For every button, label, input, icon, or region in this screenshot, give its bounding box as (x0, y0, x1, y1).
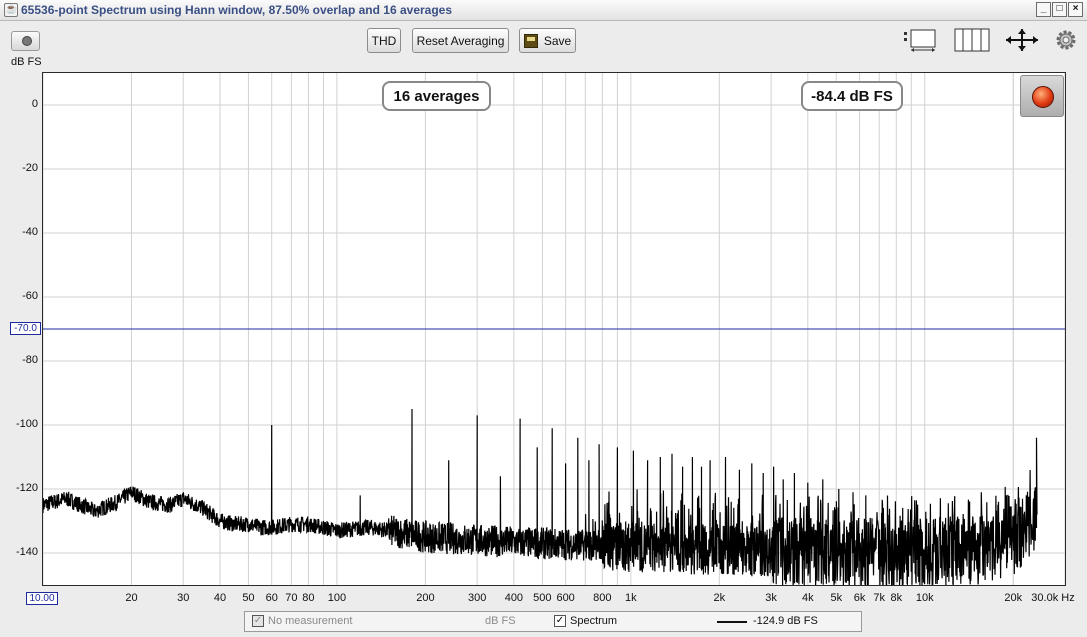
x-cursor-readout[interactable]: 10.00 (26, 592, 58, 605)
legend: ✓ No measurement dB FS ✓ Spectrum -124.9… (244, 611, 862, 632)
gear-icon[interactable] (1054, 28, 1078, 52)
x-tick-label: 400 (504, 592, 524, 604)
x-tick-label: 1k (625, 592, 637, 604)
window-title: 65536-point Spectrum using Hann window, … (21, 3, 453, 17)
x-tick-label: 60 (265, 592, 278, 604)
spectrum-trace (43, 408, 1038, 585)
level-callout: -84.4 dB FS (801, 81, 903, 111)
close-button[interactable]: × (1068, 2, 1083, 17)
toolbar: dB FS THD Reset Averaging Save (0, 21, 1087, 70)
y-tick-label: -100 (15, 418, 38, 430)
spectrum-label: Spectrum (570, 615, 618, 627)
x-tick-label: 600 (556, 592, 575, 604)
x-tick-label: 70 (285, 592, 298, 604)
save-icon (523, 33, 538, 48)
x-tick-label: 500 (533, 592, 552, 604)
expand-arrows-icon[interactable] (1004, 28, 1040, 52)
columns-icon[interactable] (954, 28, 990, 52)
title-bar: ☕ 65536-point Spectrum using Hann window… (0, 0, 1087, 21)
spectrum-plot[interactable] (42, 72, 1066, 586)
averages-callout: 16 averages (382, 81, 491, 111)
y-tick-label: -120 (15, 482, 38, 494)
x-tick-label: 40 (213, 592, 227, 604)
spectrum-value: -124.9 dB FS (753, 615, 818, 627)
x-tick-label: 5k (830, 592, 843, 604)
x-tick-label: 2k (713, 592, 726, 604)
thd-button[interactable]: THD (367, 28, 401, 53)
record-icon[interactable] (1020, 75, 1064, 117)
java-icon: ☕ (4, 3, 18, 17)
x-tick-label: 6k (853, 592, 866, 604)
x-tick-label: 4k (801, 592, 814, 604)
x-tick-label: 800 (593, 592, 612, 604)
spectrum-svg (43, 73, 1065, 585)
x-tick-label: 50 (242, 592, 255, 604)
y-tick-label: -40 (22, 226, 38, 238)
x-tick-label: 100 (327, 592, 347, 604)
maximize-button[interactable]: □ (1052, 2, 1067, 17)
x-tick-label: 10k (915, 592, 934, 604)
spectrum-series-line (43, 408, 1038, 585)
x-axis-end-label: 30.0k Hz (1031, 592, 1075, 604)
x-tick-label: 30 (177, 592, 190, 604)
camera-icon[interactable] (11, 31, 40, 51)
save-button[interactable]: Save (519, 28, 576, 53)
x-tick-label: 7k (873, 592, 886, 604)
x-tick-label: 200 (416, 592, 435, 604)
x-tick-label: 300 (467, 592, 487, 604)
y-cursor-readout[interactable]: -70.0 (10, 322, 41, 335)
y-tick-label: 0 (31, 98, 38, 110)
spectrum-swatch (717, 621, 747, 623)
y-unit-label: dB FS (11, 56, 42, 68)
layout-icon[interactable] (902, 28, 938, 52)
x-tick-label: 8k (890, 592, 903, 604)
legend-unit-label: dB FS (485, 615, 516, 627)
no-measurement-checkbox[interactable]: ✓ (252, 615, 264, 627)
spectrum-checkbox[interactable]: ✓ (554, 615, 566, 627)
x-tick-label: 3k (765, 592, 777, 604)
x-tick-label: 20 (125, 592, 138, 604)
save-label: Save (543, 33, 572, 48)
x-tick-label: 80 (302, 592, 315, 604)
y-tick-label: -60 (22, 290, 38, 302)
minimize-button[interactable]: _ (1036, 2, 1051, 17)
y-tick-label: -140 (15, 546, 38, 558)
reset-averaging-button[interactable]: Reset Averaging (412, 28, 509, 53)
y-tick-label: -80 (22, 354, 38, 366)
no-measurement-label: No measurement (268, 615, 353, 627)
y-tick-label: -20 (22, 162, 38, 174)
x-tick-label: 20k (1004, 592, 1023, 604)
